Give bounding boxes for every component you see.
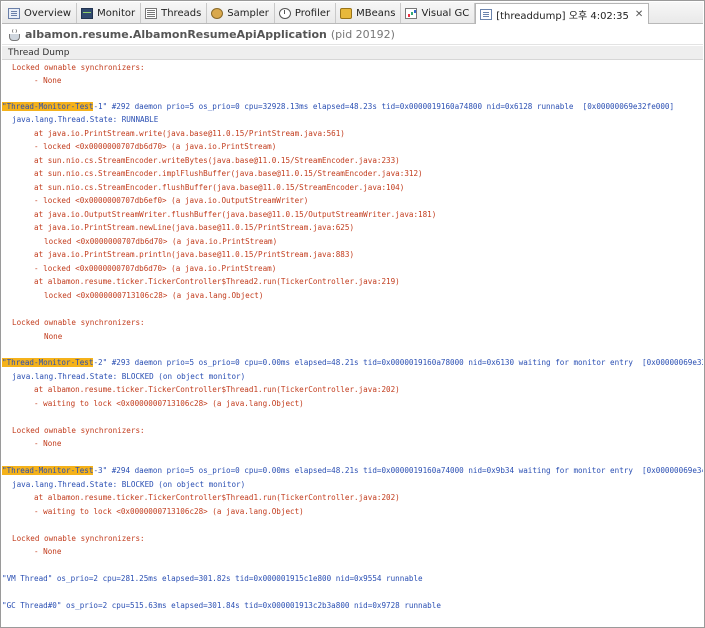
dump-line: Locked ownable synchronizers: bbox=[12, 63, 145, 72]
tab-threaddump[interactable]: [threaddump] 오후 4:02:35 ✕ bbox=[475, 3, 650, 24]
overview-icon bbox=[8, 7, 20, 19]
thread-name-tail: -1" bbox=[93, 102, 108, 111]
monitor-icon bbox=[81, 7, 94, 19]
dump-line: - None bbox=[34, 76, 62, 85]
mbeans-icon bbox=[340, 7, 353, 19]
stack-frame: locked <0x0000000707db6d70> (a java.io.P… bbox=[44, 237, 278, 246]
dump-line: Locked ownable synchronizers: bbox=[12, 534, 145, 543]
stack-frame: - waiting to lock <0x0000000713106c28> (… bbox=[34, 399, 304, 408]
thread-info: #294 daemon prio=5 os_prio=0 cpu=0.00ms … bbox=[107, 466, 703, 475]
stack-frame: at java.io.PrintStream.write(java.base@1… bbox=[34, 129, 345, 138]
stack-frame: - locked <0x0000000707db6d70> (a java.io… bbox=[34, 264, 277, 273]
threaddump-icon bbox=[480, 8, 493, 20]
thread-state: java.lang.Thread.State: BLOCKED (on obje… bbox=[12, 372, 246, 381]
stack-frame: at albamon.resume.ticker.TickerControlle… bbox=[34, 385, 400, 394]
thread-dump-text: Locked ownable synchronizers: - None "Th… bbox=[2, 61, 703, 626]
section-title: Thread Dump bbox=[2, 46, 703, 60]
dump-line: - None bbox=[34, 547, 62, 556]
thread-header: "Thread-Monitor-Test-1" #292 daemon prio… bbox=[2, 102, 674, 113]
tab-monitor[interactable]: Monitor bbox=[77, 3, 142, 23]
tab-mbeans[interactable]: MBeans bbox=[336, 3, 402, 23]
tab-label: Threads bbox=[161, 7, 202, 19]
stack-frame: at java.io.OutputStreamWriter.flushBuffe… bbox=[34, 210, 437, 219]
stack-frame: - waiting to lock <0x0000000713106c28> (… bbox=[34, 507, 304, 516]
stack-frame: at albamon.resume.ticker.TickerControlle… bbox=[34, 277, 400, 286]
application-header: albamon.resume.AlbamonResumeApiApplicati… bbox=[2, 25, 703, 45]
thread-state: java.lang.Thread.State: BLOCKED (on obje… bbox=[12, 480, 246, 489]
visual-gc-icon bbox=[405, 7, 418, 19]
thread-name-highlight: "Thread-Monitor-Test bbox=[2, 358, 94, 367]
tab-label: Overview bbox=[24, 7, 72, 19]
tab-label: MBeans bbox=[356, 7, 396, 19]
thread-name-highlight: "Thread-Monitor-Test bbox=[2, 102, 94, 111]
java-app-icon bbox=[8, 28, 20, 41]
thread-info: #292 daemon prio=5 os_prio=0 cpu=32928.1… bbox=[107, 102, 675, 111]
tab-profiler[interactable]: Profiler bbox=[275, 3, 337, 23]
dump-line: None bbox=[44, 332, 63, 341]
tab-label: [threaddump] 오후 4:02:35 bbox=[496, 10, 629, 22]
tab-overview[interactable]: Overview bbox=[4, 3, 78, 23]
threaddump-window: Overview Monitor Threads Sampler Profile… bbox=[0, 0, 705, 628]
application-pid: (pid 20192) bbox=[330, 28, 395, 41]
stack-frame: locked <0x0000000713106c28> (a java.lang… bbox=[44, 291, 264, 300]
profiler-icon bbox=[278, 7, 291, 19]
tab-label: Sampler bbox=[227, 7, 269, 19]
stack-frame: at sun.nio.cs.StreamEncoder.implFlushBuf… bbox=[34, 169, 423, 178]
dump-line: Locked ownable synchronizers: bbox=[12, 318, 145, 327]
dump-line: Locked ownable synchronizers: bbox=[12, 426, 145, 435]
thread-name-highlight: "Thread-Monitor-Test bbox=[2, 466, 94, 475]
stack-frame: at sun.nio.cs.StreamEncoder.flushBuffer(… bbox=[34, 183, 405, 192]
stack-frame: at java.io.PrintStream.newLine(java.base… bbox=[34, 223, 355, 232]
tab-sampler[interactable]: Sampler bbox=[207, 3, 275, 23]
application-name: albamon.resume.AlbamonResumeApiApplicati… bbox=[25, 28, 327, 41]
tab-label: Monitor bbox=[97, 7, 136, 19]
tab-visual-gc[interactable]: Visual GC bbox=[401, 3, 476, 23]
stack-frame: at sun.nio.cs.StreamEncoder.writeBytes(j… bbox=[34, 156, 400, 165]
thread-name-tail: -2" bbox=[93, 358, 108, 367]
vm-thread-line: "VM Thread" os_prio=2 cpu=281.25ms elaps… bbox=[2, 574, 423, 583]
thread-header: "Thread-Monitor-Test-2" #293 daemon prio… bbox=[2, 358, 703, 369]
thread-state: java.lang.Thread.State: RUNNABLE bbox=[12, 115, 159, 124]
sampler-icon bbox=[211, 7, 224, 19]
stack-frame: at albamon.resume.ticker.TickerControlle… bbox=[34, 493, 400, 502]
gc-thread-line: "GC Thread#0" os_prio=2 cpu=515.63ms ela… bbox=[2, 601, 441, 610]
thread-name-tail: -3" bbox=[93, 466, 108, 475]
stack-frame: - locked <0x0000000707db6d70> (a java.io… bbox=[34, 142, 277, 151]
thread-info: #293 daemon prio=5 os_prio=0 cpu=0.00ms … bbox=[107, 358, 703, 367]
tab-label: Visual GC bbox=[421, 7, 470, 19]
close-icon[interactable]: ✕ bbox=[635, 9, 643, 20]
thread-header: "Thread-Monitor-Test-3" #294 daemon prio… bbox=[2, 466, 703, 477]
tab-label: Profiler bbox=[294, 7, 331, 19]
tab-bar: Overview Monitor Threads Sampler Profile… bbox=[2, 2, 703, 24]
stack-frame: - locked <0x0000000707db6ef0> (a java.io… bbox=[34, 196, 309, 205]
threads-icon bbox=[145, 7, 158, 19]
dump-line: - None bbox=[34, 439, 62, 448]
tab-threads[interactable]: Threads bbox=[141, 3, 208, 23]
stack-frame: at java.io.PrintStream.println(java.base… bbox=[34, 250, 355, 259]
